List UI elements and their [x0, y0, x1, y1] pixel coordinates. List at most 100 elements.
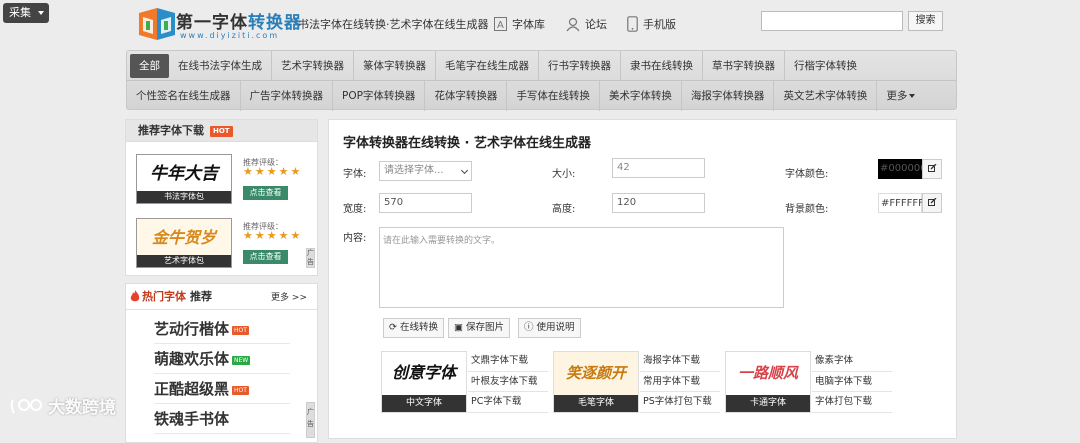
help-label: 使用说明 [536, 322, 575, 333]
category-image[interactable]: 创意字体 中文字体 [381, 351, 467, 413]
category-link[interactable]: 叶根友字体下载 [468, 371, 548, 393]
view-button[interactable]: 点击查看 [243, 250, 288, 264]
category-image[interactable]: 一路顺风 卡通字体 [725, 351, 811, 413]
hot-fonts-header: 热门字体 推荐 [130, 288, 212, 304]
nav-item[interactable]: 海报字体转换器 [682, 81, 775, 111]
nav-item-all[interactable]: 全部 [130, 53, 169, 78]
hot-font-item[interactable]: 铁魂手书体 [154, 404, 290, 434]
size-label: 大小: [552, 169, 576, 180]
search-input[interactable] [761, 11, 903, 31]
category-art: 创意字体 [391, 363, 456, 382]
width-label: 宽度: [343, 204, 367, 215]
hot-font-item[interactable]: 萌趣欢乐体 NEW [154, 344, 290, 374]
category-link[interactable]: PS字体打包下载 [640, 392, 720, 413]
site-tagline: 书法字体在线转换·艺术字体在线生成器 [298, 18, 489, 31]
nav-item[interactable]: 花体字转换器 [425, 81, 508, 111]
nav-item[interactable]: 隶书在线转换 [621, 50, 703, 81]
font-pack-caption: 书法字体包 [137, 191, 231, 203]
font-pack-card[interactable]: 金牛贺岁 艺术字体包 [136, 218, 232, 268]
nav-item[interactable]: 英文艺术字体转换 [774, 81, 878, 111]
category-art: 一路顺风 [737, 364, 798, 382]
site-logo-url: www.diyiziti.com [180, 31, 280, 40]
new-tag: NEW [232, 355, 251, 365]
category-link[interactable]: 像素字体 [812, 351, 892, 372]
nav-item[interactable]: 美术字体转换 [600, 81, 682, 111]
hot-fonts-subtitle: 推荐 [190, 290, 212, 303]
help-button[interactable]: ⓘ 使用说明 [518, 318, 581, 338]
content-label: 内容: [343, 233, 367, 244]
category-link[interactable]: PC字体下载 [468, 392, 548, 413]
save-image-button[interactable]: ▣ 保存图片 [448, 318, 511, 338]
nav-item-more[interactable]: 更多 [877, 81, 924, 111]
font-color-input[interactable]: #000000 [878, 159, 927, 179]
category-art: 笑逐颜开 [554, 352, 638, 397]
convert-label: 在线转换 [400, 322, 439, 333]
hot-tag: HOT [232, 325, 249, 335]
nav-item[interactable]: 篆体字转换器 [354, 50, 436, 81]
nav-item[interactable]: 广告字体转换器 [241, 81, 333, 111]
bg-color-input[interactable]: #FFFFFF [878, 193, 924, 213]
converter-panel: 字体转换器在线转换 · 艺术字体在线生成器 字体: 请选择字体... 大小: 4… [328, 119, 957, 439]
hot-font-name: 艺动行楷体 [154, 320, 230, 338]
hot-fonts-panel: 热门字体 推荐 更多 >> 艺动行楷体 HOT 萌趣欢乐体 NEW 正酷超级黑 HOT… [125, 283, 318, 443]
hot-font-name: 萌趣欢乐体 [154, 350, 230, 368]
font-select[interactable]: 请选择字体... [379, 161, 472, 181]
collect-label: 采集 [9, 6, 31, 19]
category-caption: 中文字体 [382, 395, 466, 412]
hot-font-item[interactable]: 艺动行楷体 HOT [154, 314, 290, 344]
mobile-label: 手机版 [643, 18, 676, 31]
font-color-label: 字体颜色: [785, 169, 829, 180]
hot-tag: HOT [232, 385, 249, 395]
collect-button[interactable]: 采集 [3, 3, 49, 23]
caret-down-icon [909, 94, 916, 98]
content-textarea[interactable]: 请在此输入需要转换的文字。 [379, 227, 784, 308]
nav-item[interactable]: 艺术字转换器 [272, 50, 354, 81]
mobile-icon [627, 16, 638, 32]
nav-item[interactable]: 手写体在线转换 [507, 81, 600, 111]
category-link[interactable]: 文鼎字体下载 [468, 351, 548, 372]
width-input[interactable]: 570 [379, 193, 472, 213]
font-pack-card[interactable]: 牛年大吉 书法字体包 [136, 154, 232, 204]
site-logo-icon[interactable] [137, 7, 177, 43]
convert-button[interactable]: ⟳ 在线转换 [383, 318, 445, 338]
watermark: 大数跨境 [10, 393, 116, 418]
forum-link[interactable]: 论坛 [566, 14, 607, 34]
side-ad-tab[interactable]: 广告 [306, 248, 315, 268]
hot-fonts-more-link[interactable]: 更多 >> [271, 290, 307, 303]
hot-font-item[interactable]: 正酷超级黑 HOT [154, 374, 290, 404]
recommend-panel-header: 推荐字体下载 HOT [126, 120, 317, 142]
nav-item[interactable]: 行书字转换器 [539, 50, 621, 81]
font-library-link[interactable]: A 字体库 [494, 14, 545, 34]
category-nav: 全部 在线书法字体生成 艺术字转换器 篆体字转换器 毛笔字在线生成器 行书字转换… [126, 50, 957, 111]
view-button[interactable]: 点击查看 [243, 186, 288, 200]
category-link[interactable]: 字体打包下载 [812, 392, 892, 413]
height-input[interactable]: 120 [612, 193, 705, 213]
nav-more-label: 更多 [886, 90, 908, 102]
size-input[interactable]: 42 [612, 158, 705, 178]
height-label: 高度: [552, 204, 576, 215]
page-title: 字体转换器在线转换 · 艺术字体在线生成器 [343, 136, 591, 151]
edit-icon [927, 163, 936, 172]
logo-title-accent: 转换器 [248, 13, 302, 33]
nav-item[interactable]: 毛笔字在线生成器 [436, 50, 539, 81]
nav-item[interactable]: POP字体转换器 [333, 81, 426, 111]
nav-item[interactable]: 草书字转换器 [703, 50, 785, 81]
site-logo-title[interactable]: 第一字体转换器 [176, 8, 302, 33]
logo-title-main: 第一字体 [176, 13, 248, 33]
hot-font-name: 铁魂手书体 [154, 410, 230, 428]
category-link[interactable]: 海报字体下载 [640, 351, 720, 372]
font-pack-caption: 艺术字体包 [137, 255, 231, 267]
nav-item[interactable]: 在线书法字体生成 [169, 50, 272, 81]
bg-color-picker-button[interactable] [922, 193, 942, 213]
font-label: 字体: [343, 169, 367, 180]
category-image[interactable]: 笑逐颜开 毛笔字体 [553, 351, 639, 413]
nav-item[interactable]: 行楷字体转换 [785, 51, 866, 81]
font-color-picker-button[interactable] [922, 159, 942, 179]
mobile-link[interactable]: 手机版 [627, 14, 676, 34]
category-link[interactable]: 电脑字体下载 [812, 371, 892, 393]
side-ad-tab[interactable]: 广告 [306, 402, 315, 438]
category-link[interactable]: 常用字体下载 [640, 371, 720, 393]
search-button[interactable]: 搜索 [908, 11, 943, 31]
nav-item[interactable]: 个性签名在线生成器 [127, 81, 241, 111]
forum-label: 论坛 [585, 18, 607, 31]
